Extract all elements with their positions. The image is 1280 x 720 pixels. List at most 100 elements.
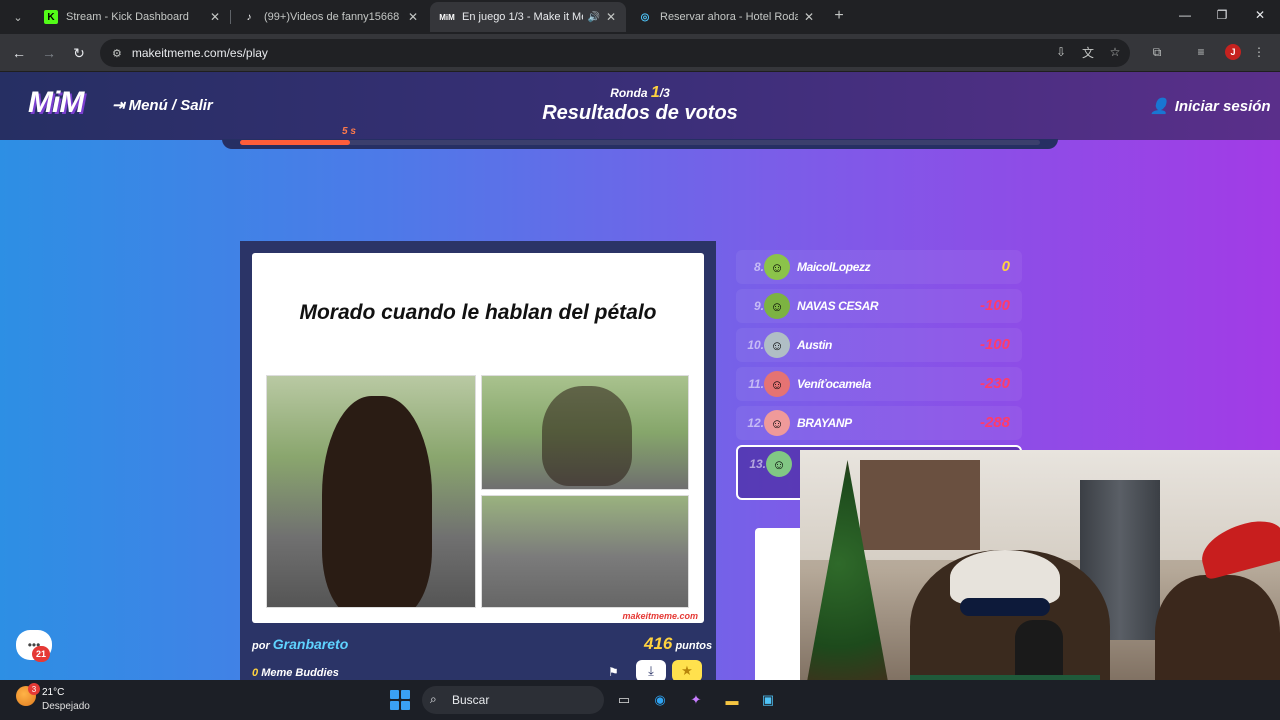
file-explorer-icon[interactable]: ▬ xyxy=(720,688,744,712)
leaderboard-row: 9. ☺ NAVAS CESAR -100 xyxy=(736,289,1022,323)
player-avatar: ☺ xyxy=(766,451,792,477)
minimize-icon[interactable]: — xyxy=(1176,8,1194,22)
meme-caption: Morado cuando le hablan del pétalo xyxy=(299,301,657,324)
extensions-icon[interactable]: ⧉ xyxy=(1148,43,1166,61)
download-icon: ⤓ xyxy=(648,663,654,678)
player-score: -100 xyxy=(979,297,1010,314)
leaderboard-rank: 11. xyxy=(748,377,764,391)
menu-kebab-icon[interactable]: ⋮ xyxy=(1250,43,1268,61)
translate-icon[interactable]: 文 xyxy=(1079,43,1097,61)
weather-badge: 3 xyxy=(28,683,40,695)
bookmark-star-icon[interactable]: ☆ xyxy=(1106,43,1124,61)
streamer-hat xyxy=(950,550,1060,605)
url-text: makeitmeme.com/es/play xyxy=(131,46,268,60)
player-avatar: ☺ xyxy=(764,371,790,397)
windows-start-icon[interactable] xyxy=(390,690,410,710)
back-icon[interactable]: ← xyxy=(10,44,28,62)
player-name: MaicolLopezz xyxy=(797,260,871,274)
speaker-icon[interactable]: 🔊 xyxy=(587,12,599,23)
timer-bar-fill xyxy=(240,140,350,145)
tab-divider xyxy=(230,10,231,24)
round-indicator: Ronda 1/3 xyxy=(0,84,1280,102)
profile-avatar[interactable]: J xyxy=(1225,44,1241,60)
player-avatar: ☺ xyxy=(764,293,790,319)
author-name[interactable]: Granbareto xyxy=(273,636,348,652)
points-value: 416 xyxy=(644,634,673,653)
tab-hotel[interactable]: ◎ Reservar ahora - Hotel Rodadero ✕ xyxy=(628,2,824,32)
buddies-count: 0 xyxy=(252,667,259,679)
restore-icon[interactable]: ❐ xyxy=(1213,8,1231,22)
timer-label: 5 s xyxy=(342,126,356,137)
round-label: Ronda xyxy=(610,86,648,100)
player-name: BRAYANP xyxy=(797,416,852,430)
close-icon[interactable]: ✕ xyxy=(606,10,616,24)
forward-icon[interactable]: → xyxy=(40,44,58,62)
tab-kick[interactable]: K Stream - Kick Dashboard ✕ xyxy=(34,2,230,32)
close-window-icon[interactable]: ✕ xyxy=(1251,8,1269,22)
install-app-icon[interactable]: ⇩ xyxy=(1052,43,1070,61)
tab-search-icon[interactable]: ⌄ xyxy=(8,7,28,27)
chat-unread-badge: 21 xyxy=(32,646,50,662)
tab-title: (99+)Videos de fanny15668 (@ xyxy=(264,11,402,23)
favorite-button[interactable]: ★ xyxy=(672,660,702,680)
side-panel xyxy=(755,528,805,680)
cam-cabinet xyxy=(860,460,980,550)
streamer-glasses xyxy=(960,598,1050,616)
tab-makeitmeme[interactable]: MiM En juego 1/3 - Make it Meme 🔊 ✕ xyxy=(430,2,626,32)
timer-bar xyxy=(240,140,1040,145)
windows-taskbar: 3 21°C Despejado Buscar ⌕ ▭ ◉ ✦ ▬ ▣ xyxy=(0,680,1280,720)
tab-title: Stream - Kick Dashboard xyxy=(66,11,189,23)
meme-card: Morado cuando le hablan del pétalo makei… xyxy=(240,241,716,680)
player-score: 0 xyxy=(1001,258,1010,275)
store-icon[interactable]: ▣ xyxy=(756,688,780,712)
close-icon[interactable]: ✕ xyxy=(210,10,220,24)
player-score: -100 xyxy=(979,336,1010,353)
meme-buddies: 0 Meme Buddies xyxy=(252,667,339,679)
task-view-icon[interactable]: ▭ xyxy=(612,688,636,712)
meme-person xyxy=(322,396,432,607)
copilot-icon[interactable]: ✦ xyxy=(684,688,708,712)
meme-watermark: makeitmeme.com xyxy=(622,611,698,621)
address-bar: ← → ↻ ⚙ makeitmeme.com/es/play ⇩ 文 ☆ ⧉ ≡… xyxy=(0,34,1280,72)
player-name: Austin xyxy=(797,338,832,352)
weather-temperature[interactable]: 21°C xyxy=(42,687,64,698)
leaderboard-row: 12. ☺ BRAYANP -288 xyxy=(736,406,1022,440)
url-field[interactable]: ⚙ makeitmeme.com/es/play xyxy=(100,39,1130,67)
hotel-icon: ◎ xyxy=(640,11,650,23)
game-header: MiM ⇥ Menú / Salir Ronda 1/3 Resultados … xyxy=(0,72,1280,140)
player-score: -230 xyxy=(979,375,1010,392)
search-label: Buscar xyxy=(452,693,490,707)
reload-icon[interactable]: ↻ xyxy=(70,44,88,62)
player-avatar: ☺ xyxy=(764,410,790,436)
leaderboard-rank: 13. xyxy=(749,457,766,471)
author-prefix: por xyxy=(252,640,270,652)
leaderboard-row: 10. ☺ Austin -100 xyxy=(736,328,1022,362)
meme-image-top-right xyxy=(481,375,689,490)
player-name: NAVAS CESAR xyxy=(797,299,879,313)
page-title: Resultados de votos xyxy=(542,102,738,124)
mim-icon: MiM xyxy=(439,12,455,22)
close-icon[interactable]: ✕ xyxy=(804,10,814,24)
weather-description[interactable]: Despejado xyxy=(42,701,90,712)
leaderboard-row: 8. ☺ MaicolLopezz 0 xyxy=(736,250,1022,284)
edge-icon[interactable]: ◉ xyxy=(648,688,672,712)
leaderboard-rank: 12. xyxy=(747,416,764,430)
kick-icon: K xyxy=(44,10,58,24)
user-icon: 👤 xyxy=(1150,98,1169,115)
report-flag-icon[interactable]: ⚑ xyxy=(608,665,619,679)
tab-tiktok[interactable]: ♪ (99+)Videos de fanny15668 (@ ✕ xyxy=(232,2,428,32)
close-icon[interactable]: ✕ xyxy=(408,10,418,24)
meme-points: 416 puntos xyxy=(644,634,712,654)
new-tab-icon[interactable]: + xyxy=(830,7,848,25)
site-info-icon[interactable]: ⚙ xyxy=(112,47,122,60)
login-button[interactable]: 👤 Iniciar sesión xyxy=(1150,97,1271,116)
tab-title: En juego 1/3 - Make it Meme xyxy=(462,11,583,23)
browser-tab-bar: ⌄ K Stream - Kick Dashboard ✕ ♪ (99+)Vid… xyxy=(0,0,1280,34)
media-controls-icon[interactable]: ≡ xyxy=(1192,43,1210,61)
leaderboard-rank: 10. xyxy=(747,338,764,352)
leaderboard-rank: 9. xyxy=(753,299,764,313)
download-button[interactable]: ⤓ xyxy=(636,660,666,680)
taskbar-search[interactable]: Buscar xyxy=(422,686,604,714)
leaderboard-rank: 8. xyxy=(753,260,764,274)
buddies-label: Meme Buddies xyxy=(261,667,339,679)
